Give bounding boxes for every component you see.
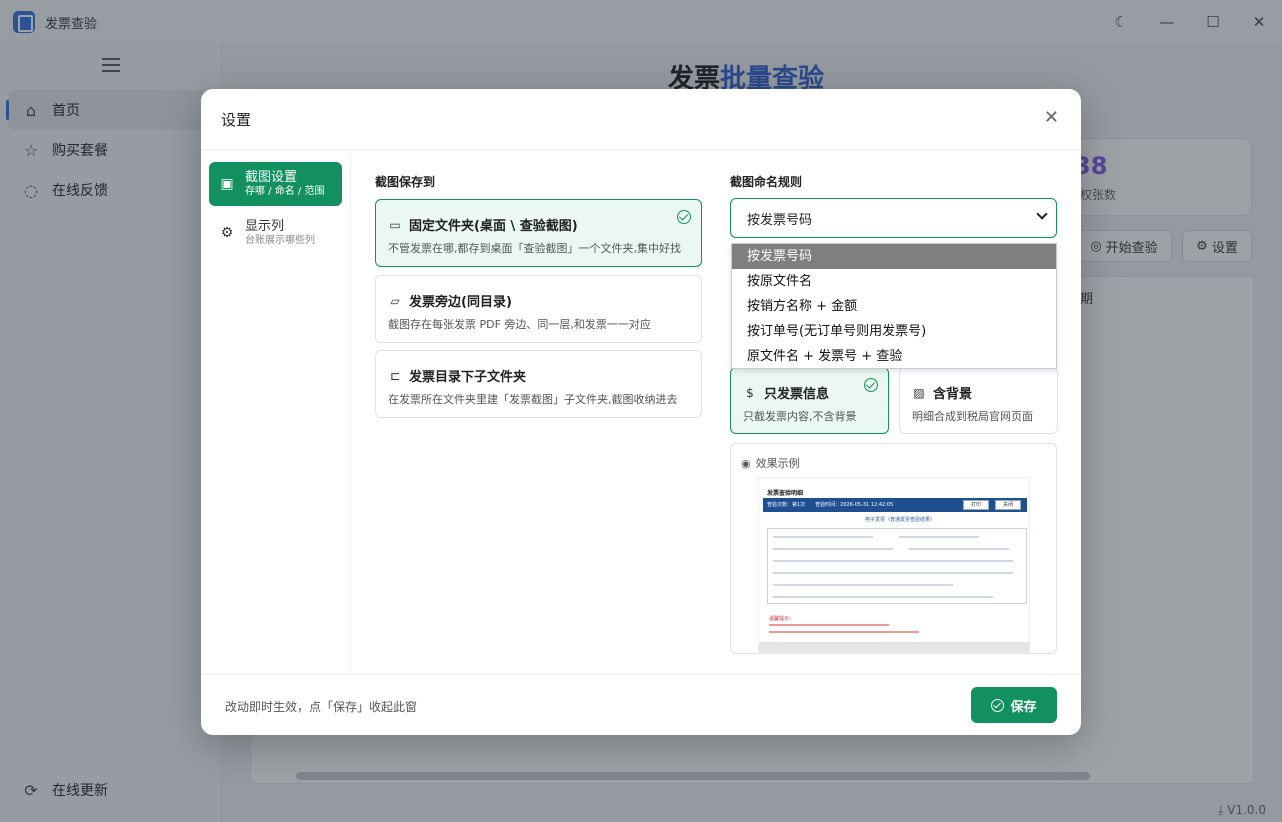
- dropdown-option[interactable]: 按原文件名: [732, 269, 1056, 294]
- save-to-label: 截图保存到: [375, 175, 436, 189]
- check-circle-icon: [677, 210, 691, 224]
- dropdown-option[interactable]: 原文件名 + 发票号 + 查验: [732, 344, 1056, 369]
- preview-note-line: [769, 624, 889, 626]
- dropdown-option[interactable]: 按订单号(无订单号则用发票号): [732, 319, 1056, 344]
- preview-bar-text: 查验次数：第1次 查验时间：2026-05-31 12:42:05: [767, 502, 894, 508]
- preview-line: [773, 572, 1013, 574]
- naming-rule-dropdown: 按发票号码 按原文件名 按销方名称 + 金额 按订单号(无订单号则用发票号) 原…: [731, 243, 1057, 369]
- preview-subtitle: 电子发票（普通发票查验结果）: [865, 517, 936, 523]
- preview-close-button: 关闭: [995, 500, 1021, 510]
- modal-footer: 改动即时生效，点「保存」收起此窗: [201, 674, 1081, 735]
- dropdown-option[interactable]: 按销方名称 + 金额: [732, 294, 1056, 319]
- preview-invoice-table: [767, 528, 1027, 604]
- dropdown-option[interactable]: 按发票号码: [732, 244, 1056, 269]
- picture-icon: ▨: [913, 385, 925, 400]
- effect-preview: ◉ 效果示例 发票查验明细 查验次数：第1次 查验时间：2026-05-31 12…: [730, 443, 1057, 654]
- option-desc: 明细合成到税局官网页面: [912, 410, 1033, 423]
- tab-title: 显示列: [245, 218, 285, 234]
- preview-line: [899, 536, 979, 538]
- mode-with-background[interactable]: ▨ 含背景 明细合成到税局官网页面: [899, 367, 1058, 434]
- option-desc: 只截发票内容,不含背景: [743, 410, 857, 423]
- option-title: 含背景: [933, 387, 973, 402]
- settings-tabs: ▣ 截图设置 存哪 / 命名 / 范围 ⚙ 显示列 台账展示哪些列: [201, 150, 351, 674]
- tab-subtitle: 台账展示哪些列: [245, 234, 315, 246]
- mode-invoice-only[interactable]: $ 只发票信息 只截发票内容,不含背景: [730, 367, 889, 434]
- preview-line: [773, 548, 893, 550]
- preview-image: 发票查验明细 查验次数：第1次 查验时间：2026-05-31 12:42:05…: [758, 477, 1030, 653]
- tab-display-columns[interactable]: ⚙ 显示列 台账展示哪些列: [209, 211, 342, 255]
- preview-doc-title: 发票查验明细: [767, 490, 804, 497]
- naming-rule-label: 截图命名规则: [730, 175, 803, 189]
- option-desc: 截图存在每张发票 PDF 旁边、同一层,和发票一一对应: [388, 318, 651, 331]
- modal-header: 设置 ✕: [201, 89, 1081, 150]
- preview-line: [909, 548, 1009, 550]
- option-desc: 不管发票在哪,都存到桌面「查验截图」一个文件夹,集中好找: [388, 242, 681, 255]
- image-icon: ▣: [220, 176, 234, 192]
- preview-print-button: 打印: [963, 500, 989, 510]
- tab-subtitle: 存哪 / 命名 / 范围: [245, 185, 325, 197]
- footer-note: 改动即时生效，点「保存」收起此窗: [225, 700, 418, 714]
- preview-footer: [759, 642, 1029, 652]
- check-circle-icon: [991, 698, 1005, 712]
- option-title: 固定文件夹(桌面 \ 查验截图): [409, 219, 578, 234]
- option-title: 发票旁边(同目录): [409, 295, 512, 310]
- naming-rule-select[interactable]: 按发票号码: [730, 198, 1057, 238]
- preview-line: [773, 596, 993, 598]
- option-title: 发票目录下子文件夹: [409, 370, 527, 385]
- option-desc: 在发票所在文件夹里建「发票截图」子文件夹,截图收纳进去: [388, 393, 678, 406]
- preview-note-line: [769, 631, 919, 633]
- save-option-fixed-folder[interactable]: ▭ 固定文件夹(桌面 \ 查验截图) 不管发票在哪,都存到桌面「查验截图」一个文件…: [375, 199, 702, 267]
- preview-line: [773, 584, 953, 586]
- folder-icon: ▭: [389, 217, 401, 232]
- folder-open-icon: ▱: [390, 293, 400, 308]
- modal-title: 设置: [221, 111, 252, 129]
- dollar-doc-icon: $: [746, 385, 754, 400]
- check-circle-icon: [864, 378, 878, 392]
- gear-icon: ⚙: [220, 225, 234, 241]
- save-option-subfolder[interactable]: ⊏ 发票目录下子文件夹 在发票所在文件夹里建「发票截图」子文件夹,截图收纳进去: [375, 350, 702, 418]
- preview-line: [773, 536, 873, 538]
- chevron-down-icon: [1036, 208, 1048, 220]
- tab-title: 截图设置: [245, 169, 298, 185]
- folder-tree-icon: ⊏: [389, 368, 401, 383]
- option-title: 只发票信息: [764, 387, 830, 402]
- tab-screenshot-settings[interactable]: ▣ 截图设置 存哪 / 命名 / 范围: [209, 162, 342, 206]
- preview-label: 效果示例: [755, 457, 800, 470]
- eye-icon: ◉: [741, 456, 751, 470]
- save-label: 保存: [1010, 699, 1037, 715]
- save-option-beside-invoice[interactable]: ▱ 发票旁边(同目录) 截图存在每张发票 PDF 旁边、同一层,和发票一一对应: [375, 275, 702, 343]
- selected-value: 按发票号码: [747, 212, 813, 228]
- settings-modal: 设置 ✕ ▣ 截图设置 存哪 / 命名 / 范围 ⚙ 显示列 台账展示哪些列 截图保…: [201, 89, 1081, 735]
- close-icon[interactable]: ✕: [1044, 107, 1059, 128]
- save-button[interactable]: 保存: [971, 687, 1057, 723]
- preview-line: [773, 560, 1013, 562]
- preview-note: 温馨提示：: [769, 616, 795, 622]
